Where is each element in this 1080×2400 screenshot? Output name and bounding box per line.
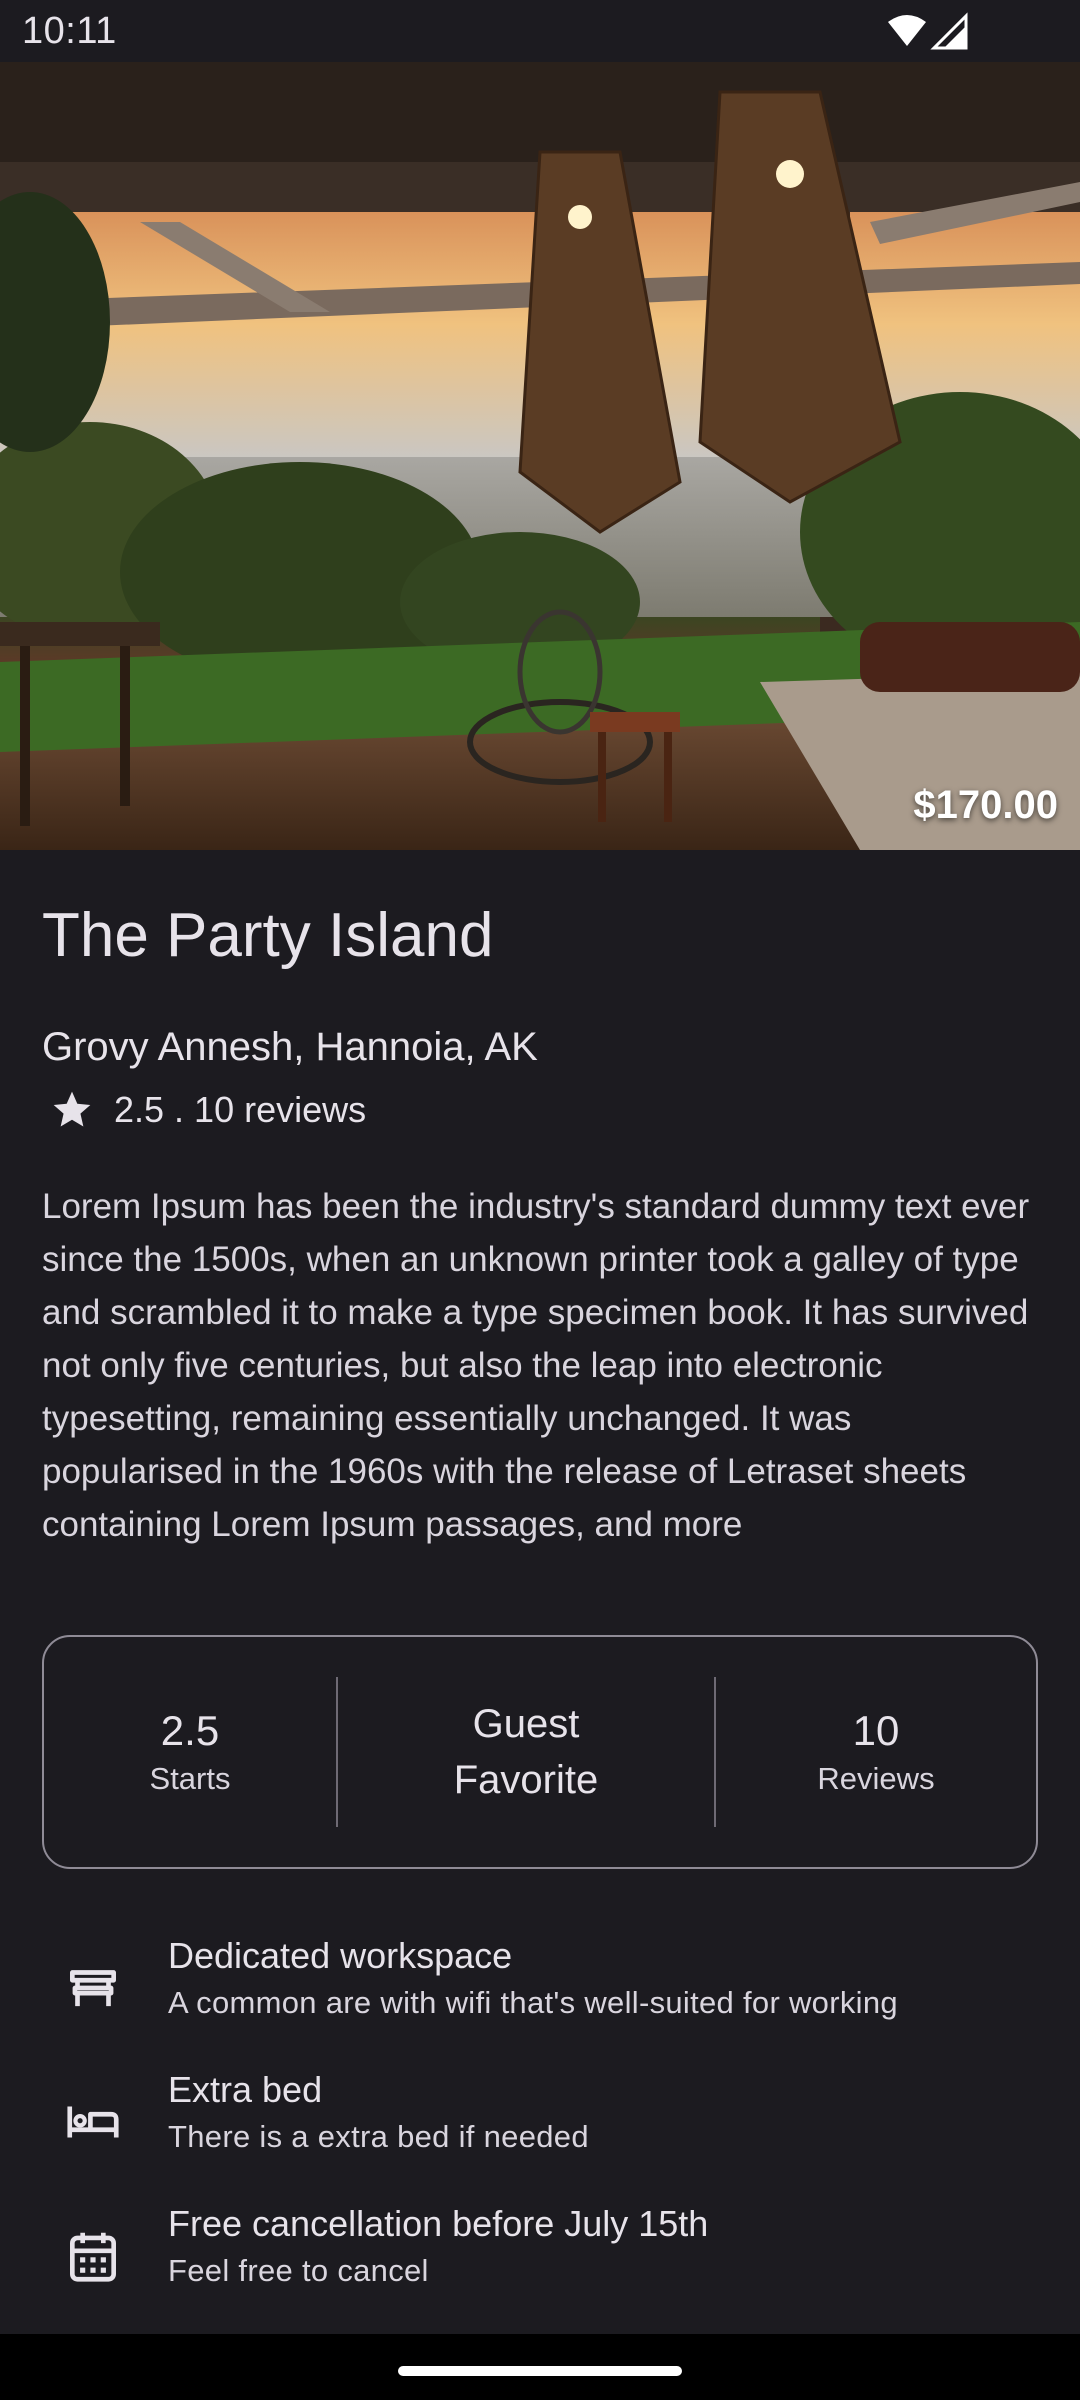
stat-rating-value: 2.5 — [160, 1707, 220, 1754]
amenity-item: Dedicated workspace A common are with wi… — [42, 1935, 1042, 2045]
stat-rating: 2.5 Starts — [44, 1637, 336, 1867]
stats-card: 2.5 Starts Guest Favorite 10 Reviews — [42, 1635, 1038, 1869]
system-nav-bar — [0, 2334, 1080, 2400]
stat-reviews: 10 Reviews — [716, 1637, 1036, 1867]
amenity-title: Free cancellation before July 15th — [168, 2203, 709, 2244]
stat-guest-line1: Guest — [472, 1702, 580, 1746]
amenity-item: Free cancellation before July 15th Feel … — [42, 2203, 1042, 2313]
price-label: $170.00 — [913, 783, 1058, 827]
stat-reviews-value: 10 — [852, 1707, 900, 1754]
amenity-item: Extra bed There is a extra bed if needed — [42, 2069, 1042, 2179]
calendar-icon — [70, 2232, 116, 2282]
listing-location: Grovy Annesh, Hannoia, AK — [42, 1025, 538, 1069]
star-icon — [42, 1082, 102, 1138]
listing-title: The Party Island — [42, 901, 494, 970]
status-time: 10:11 — [22, 10, 117, 52]
amenity-subtitle: A common are with wifi that's well-suite… — [168, 1985, 898, 2020]
listing-hero-image: $170.00 — [0, 62, 1080, 850]
amenity-subtitle: There is a extra bed if needed — [168, 2119, 589, 2154]
hero-scene — [0, 62, 1080, 850]
bed-icon — [67, 2106, 119, 2138]
listing-description: Lorem Ipsum has been the industry's stan… — [42, 1187, 1030, 1544]
stat-guest-favorite: Guest Favorite — [338, 1637, 714, 1867]
chair-icon — [70, 1970, 116, 2007]
status-bar: 10:11 — [0, 0, 1080, 62]
stat-rating-label: Starts — [149, 1761, 231, 1796]
stat-guest-line2: Favorite — [453, 1758, 599, 1802]
amenity-subtitle: Feel free to cancel — [168, 2253, 429, 2288]
home-gesture-handle[interactable] — [398, 2366, 682, 2376]
amenity-title: Dedicated workspace — [168, 1935, 513, 1976]
rating-summary: 2.5 . 10 reviews — [114, 1089, 367, 1130]
wifi-icon — [888, 15, 926, 46]
rating-row: 2.5 . 10 reviews — [42, 1082, 366, 1138]
amenity-title: Extra bed — [168, 2069, 323, 2110]
status-icons — [888, 12, 968, 50]
stat-reviews-label: Reviews — [817, 1761, 935, 1796]
